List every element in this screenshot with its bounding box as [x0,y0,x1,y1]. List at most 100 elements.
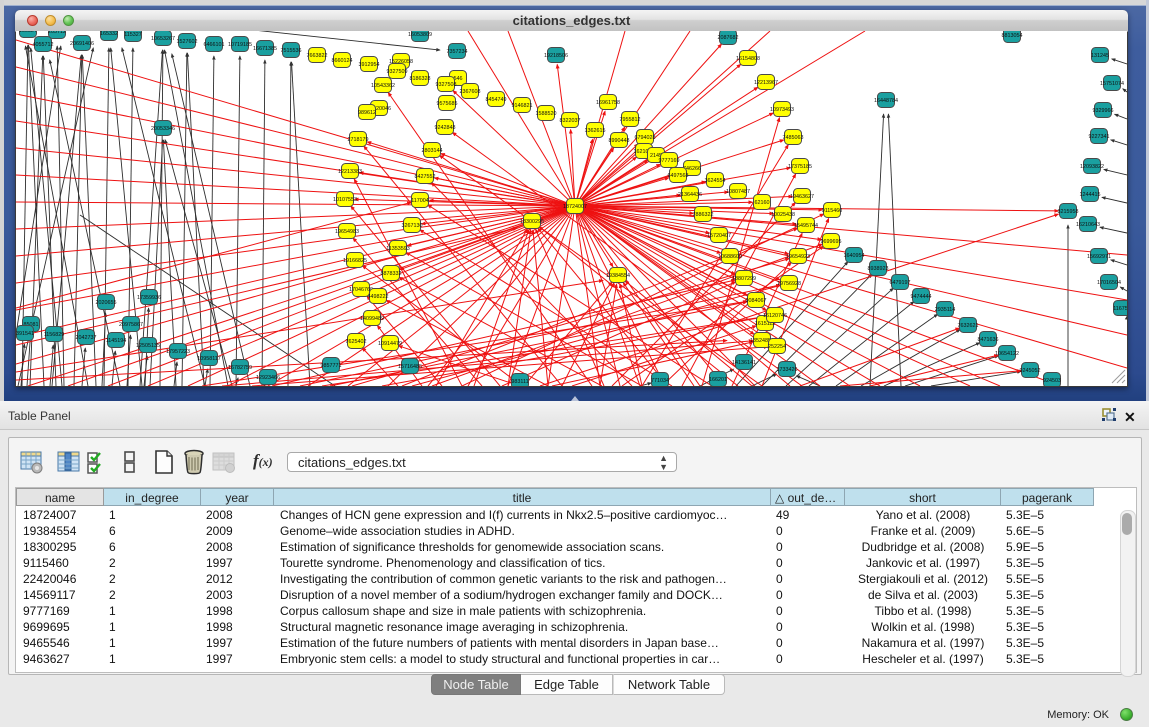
svg-text:6466101: 6466101 [204,42,225,48]
svg-text:8427552: 8427552 [415,174,436,180]
svg-text:9327508: 9327508 [436,82,457,88]
svg-text:8878332: 8878332 [381,271,402,277]
svg-text:205712: 205712 [48,31,66,35]
svg-text:16053809: 16053809 [408,32,432,38]
svg-text:8322037: 8322037 [560,118,581,124]
svg-text:10807487: 10807487 [726,189,750,195]
svg-text:9474444: 9474444 [911,294,932,300]
svg-text:7886322: 7886322 [693,212,714,218]
svg-text:19654923: 19654923 [786,254,810,260]
svg-text:9227341: 9227341 [1089,134,1110,140]
svg-text:12093822: 12093822 [1080,164,1104,170]
svg-text:10958117: 10958117 [197,356,221,362]
svg-text:771034: 771034 [651,378,669,384]
svg-text:989612: 989612 [358,110,376,116]
svg-text:20975867: 20975867 [119,322,143,328]
svg-text:15751074: 15751074 [1100,81,1124,87]
svg-text:131245: 131245 [1091,53,1109,59]
svg-text:9327509: 9327509 [387,69,408,75]
svg-text:8938923: 8938923 [868,266,889,272]
svg-text:9329966: 9329966 [1093,108,1114,114]
svg-text:9115460: 9115460 [822,208,843,214]
svg-text:16961758: 16961758 [596,100,620,106]
svg-text:252254: 252254 [768,344,786,350]
svg-text:4055712: 4055712 [33,42,54,48]
svg-text:3912954: 3912954 [359,62,380,68]
svg-text:391541: 391541 [16,331,34,337]
svg-text:19463627: 19463627 [790,194,814,200]
svg-text:7663822: 7663822 [307,53,328,59]
svg-text:18300295: 18300295 [520,219,544,225]
svg-text:8215958: 8215958 [1058,209,1079,215]
svg-text:17359936: 17359936 [137,295,161,301]
svg-text:10688609: 10688609 [718,254,742,260]
svg-text:18724007: 18724007 [563,204,587,210]
svg-text:8660124: 8660124 [332,58,353,64]
svg-text:6497568: 6497568 [668,173,689,179]
svg-text:2803144: 2803144 [422,148,443,154]
svg-text:8454749: 8454749 [486,97,507,103]
svg-text:9146821: 9146821 [512,103,533,109]
svg-text:14099489: 14099489 [360,316,384,322]
svg-text:115327: 115327 [124,32,142,38]
svg-text:1145194: 1145194 [106,338,127,344]
svg-text:19384554: 19384554 [606,273,630,279]
svg-text:10973493: 10973493 [770,107,794,113]
svg-text:116753: 116753 [1113,306,1127,312]
svg-text:15692971: 15692971 [1087,254,1111,260]
svg-text:2935114: 2935114 [935,307,956,313]
svg-text:10543362: 10543362 [371,83,395,89]
svg-text:15720407: 15720407 [707,233,731,239]
svg-text:185327: 185327 [19,31,37,34]
svg-text:2020655: 2020655 [96,300,117,306]
svg-text:16120746: 16120746 [763,313,787,319]
svg-text:7955812: 7955812 [620,117,641,123]
svg-text:62160: 62160 [755,200,770,206]
svg-text:21364436: 21364436 [678,192,702,198]
svg-text:2718179: 2718179 [348,137,369,143]
svg-text:19756928: 19756928 [777,281,801,287]
svg-text:1362615: 1362615 [585,128,606,134]
svg-text:924503: 924503 [1043,378,1061,384]
svg-text:16448784: 16448784 [874,98,898,104]
svg-text:6794028: 6794028 [635,135,656,141]
svg-text:1527602: 1527602 [177,39,198,45]
svg-text:11353593: 11353593 [386,246,410,252]
svg-text:16782759: 16782759 [228,365,252,371]
svg-text:12213383: 12213383 [338,169,362,175]
svg-text:16210643: 16210643 [1076,222,1100,228]
svg-text:12505135: 12505135 [136,343,160,349]
svg-text:17016504: 17016504 [1097,280,1121,286]
svg-text:1156829: 1156829 [44,332,65,338]
svg-text:10653267: 10653267 [151,36,175,42]
svg-text:4498222: 4498222 [368,294,389,300]
svg-text:2087682: 2087682 [718,35,739,41]
svg-text:16154808: 16154808 [736,56,760,62]
svg-text:10025438: 10025438 [771,212,795,218]
svg-text:7515536: 7515536 [281,48,302,54]
svg-text:1588520: 1588520 [536,111,557,117]
svg-text:17375185: 17375185 [788,164,812,170]
svg-text:19218506: 19218506 [544,53,568,59]
svg-text:2367608: 2367608 [460,89,481,95]
svg-text:2042737: 2042737 [76,335,97,341]
svg-text:1733426: 1733426 [777,367,798,373]
svg-text:117004: 117004 [411,198,429,204]
svg-text:10107553: 10107553 [333,197,357,203]
svg-text:983111: 983111 [511,379,528,385]
svg-text:9084067: 9084067 [746,298,767,304]
svg-text:20691406: 20691406 [70,41,94,47]
svg-text:12213967: 12213967 [754,80,778,86]
svg-text:9857771: 9857771 [321,363,342,369]
svg-text:9699695: 9699695 [821,239,842,245]
svg-text:165332: 165332 [100,31,118,37]
svg-text:19166825: 19166825 [343,258,367,264]
svg-text:10719185: 10719185 [228,42,252,48]
svg-text:8813054: 8813054 [1002,33,1023,39]
svg-text:1640954: 1640954 [844,253,865,259]
svg-text:16671385: 16671385 [253,46,277,52]
svg-text:15495744: 15495744 [794,223,818,229]
svg-text:17957223: 17957223 [166,349,190,355]
svg-text:19654983: 19654983 [335,229,359,235]
svg-text:9777169: 9777169 [659,158,680,164]
